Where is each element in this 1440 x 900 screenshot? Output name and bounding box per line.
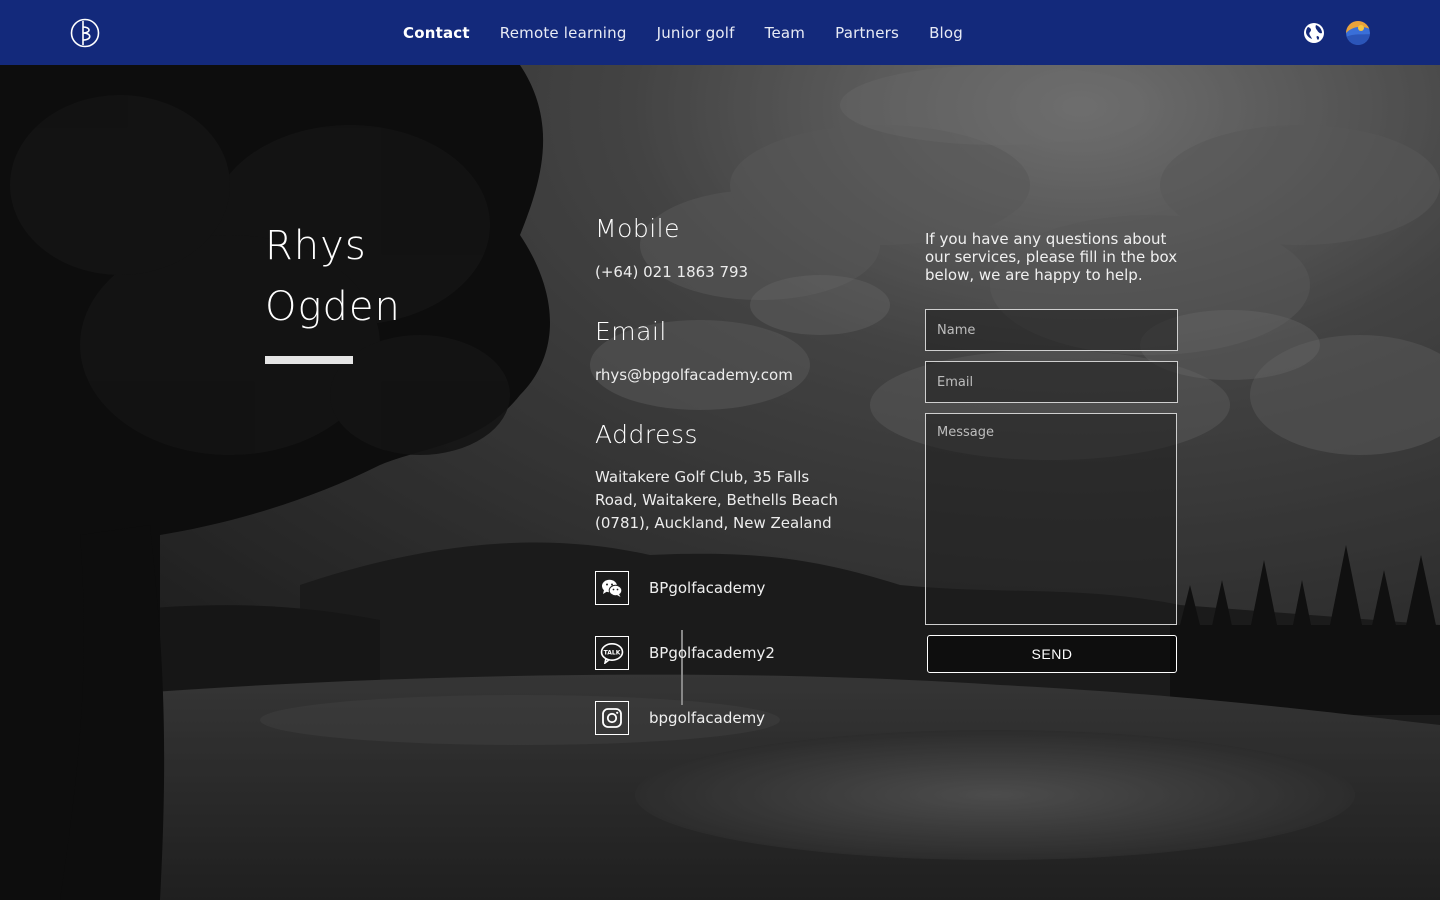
message-textarea[interactable] bbox=[925, 413, 1177, 625]
main-nav: Contact Remote learning Junior golf Team… bbox=[403, 0, 963, 65]
nav-item-team[interactable]: Team bbox=[765, 24, 805, 42]
form-intro-text: If you have any questions about our serv… bbox=[925, 230, 1178, 284]
svg-text:TALK: TALK bbox=[604, 650, 621, 657]
nav-item-partners[interactable]: Partners bbox=[835, 24, 899, 42]
nav-item-junior-golf[interactable]: Junior golf bbox=[657, 24, 735, 42]
language-flag-icon[interactable] bbox=[1346, 21, 1370, 45]
first-name: Rhys bbox=[265, 223, 367, 269]
email-heading: Email bbox=[595, 317, 667, 346]
email-input[interactable] bbox=[925, 361, 1178, 403]
mobile-number[interactable]: (+64) 021 1863 793 bbox=[595, 261, 855, 284]
social-link-instagram[interactable]: bpgolfacademy bbox=[595, 701, 765, 735]
last-name: Ogden bbox=[265, 284, 401, 330]
send-button[interactable]: SEND bbox=[927, 635, 1177, 673]
address-text: Waitakere Golf Club, 35 Falls Road, Wait… bbox=[595, 468, 838, 532]
mobile-heading: Mobile bbox=[595, 214, 681, 243]
address-heading: Address bbox=[595, 420, 699, 449]
social-label: BPgolfacademy2 bbox=[649, 644, 775, 662]
globe-icon[interactable] bbox=[1303, 22, 1325, 44]
wechat-icon bbox=[595, 571, 629, 605]
kakaotalk-icon: TALK bbox=[595, 636, 629, 670]
nav-item-remote-learning[interactable]: Remote learning bbox=[500, 24, 627, 42]
email-address[interactable]: rhys@bpgolfacademy.com bbox=[595, 364, 855, 387]
social-label: BPgolfacademy bbox=[649, 579, 766, 597]
name-input[interactable] bbox=[925, 309, 1178, 351]
social-link-kakaotalk[interactable]: TALK BPgolfacademy2 bbox=[595, 636, 775, 670]
instagram-icon bbox=[595, 701, 629, 735]
social-link-wechat[interactable]: BPgolfacademy bbox=[595, 571, 765, 605]
top-navigation-bar: Contact Remote learning Junior golf Team… bbox=[0, 0, 1440, 65]
social-label: bpgolfacademy bbox=[649, 709, 766, 727]
name-underline-divider bbox=[265, 356, 353, 364]
person-name: Rhys Ogden bbox=[265, 216, 525, 338]
nav-item-contact[interactable]: Contact bbox=[403, 24, 470, 42]
nav-item-blog[interactable]: Blog bbox=[929, 24, 963, 42]
logo-icon[interactable] bbox=[70, 18, 100, 48]
